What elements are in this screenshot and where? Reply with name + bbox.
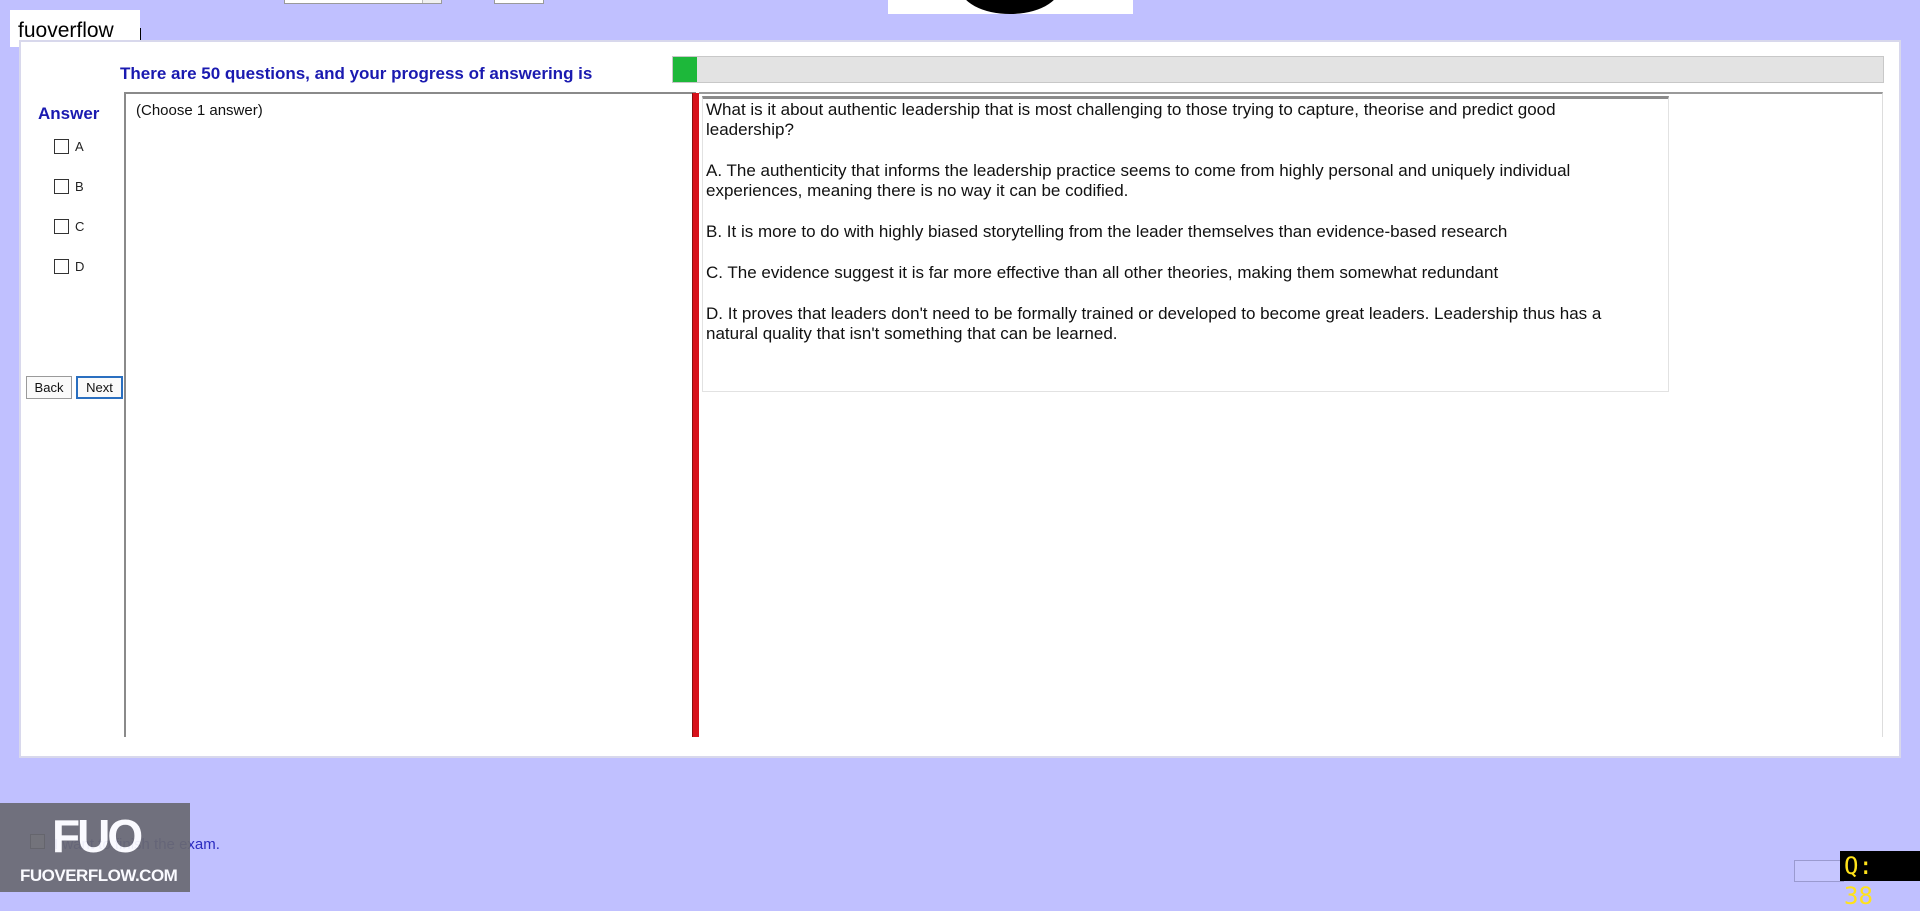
option-label: B: [75, 179, 84, 194]
question-choice-d: D. It proves that leaders don't need to …: [706, 304, 1602, 343]
option-label: A: [75, 139, 84, 154]
checkbox[interactable]: [54, 219, 69, 234]
top-small-field[interactable]: [494, 0, 544, 4]
back-button[interactable]: Back: [26, 376, 72, 399]
question-stem: What is it about authentic leadership th…: [706, 100, 1556, 139]
checkbox[interactable]: [54, 139, 69, 154]
logo-site: FUOVERFLOW.COM: [20, 866, 178, 885]
brand-text: fuoverflow: [18, 19, 114, 42]
question-choice-c: C. The evidence suggest it is far more e…: [706, 263, 1499, 282]
answer-notes-pane: [124, 92, 696, 737]
progress-label: There are 50 questions, and your progres…: [120, 64, 593, 83]
option-label: C: [75, 219, 85, 234]
next-button[interactable]: Next: [76, 376, 123, 399]
answer-option-c[interactable]: C: [54, 219, 84, 234]
question-choice-b: B. It is more to do with highly biased s…: [706, 222, 1508, 241]
checkbox[interactable]: [54, 259, 69, 274]
progress-bar: [672, 56, 1884, 83]
question-text: What is it about authentic leadership th…: [706, 100, 1606, 365]
question-choice-a: A. The authenticity that informs the lea…: [706, 161, 1571, 200]
choose-instruction: (Choose 1 answer): [136, 102, 263, 119]
logo-mark: FUO: [52, 810, 143, 862]
answer-option-b[interactable]: B: [54, 179, 84, 194]
answer-option-a[interactable]: A: [54, 139, 84, 154]
bottom-small-button[interactable]: [1794, 860, 1844, 882]
answer-title: Answer: [38, 104, 100, 123]
watermark-logo: FUO FUOVERFLOW.COM: [0, 803, 190, 892]
option-label: D: [75, 259, 85, 274]
question-counter: Q: 38: [1840, 851, 1920, 910]
checkbox[interactable]: [54, 179, 69, 194]
progress-bar-fill: [673, 57, 698, 82]
answer-option-d[interactable]: D: [54, 259, 84, 274]
chevron-down-icon[interactable]: [422, 0, 441, 3]
pane-splitter[interactable]: [692, 93, 699, 737]
top-dropdown[interactable]: [284, 0, 442, 4]
